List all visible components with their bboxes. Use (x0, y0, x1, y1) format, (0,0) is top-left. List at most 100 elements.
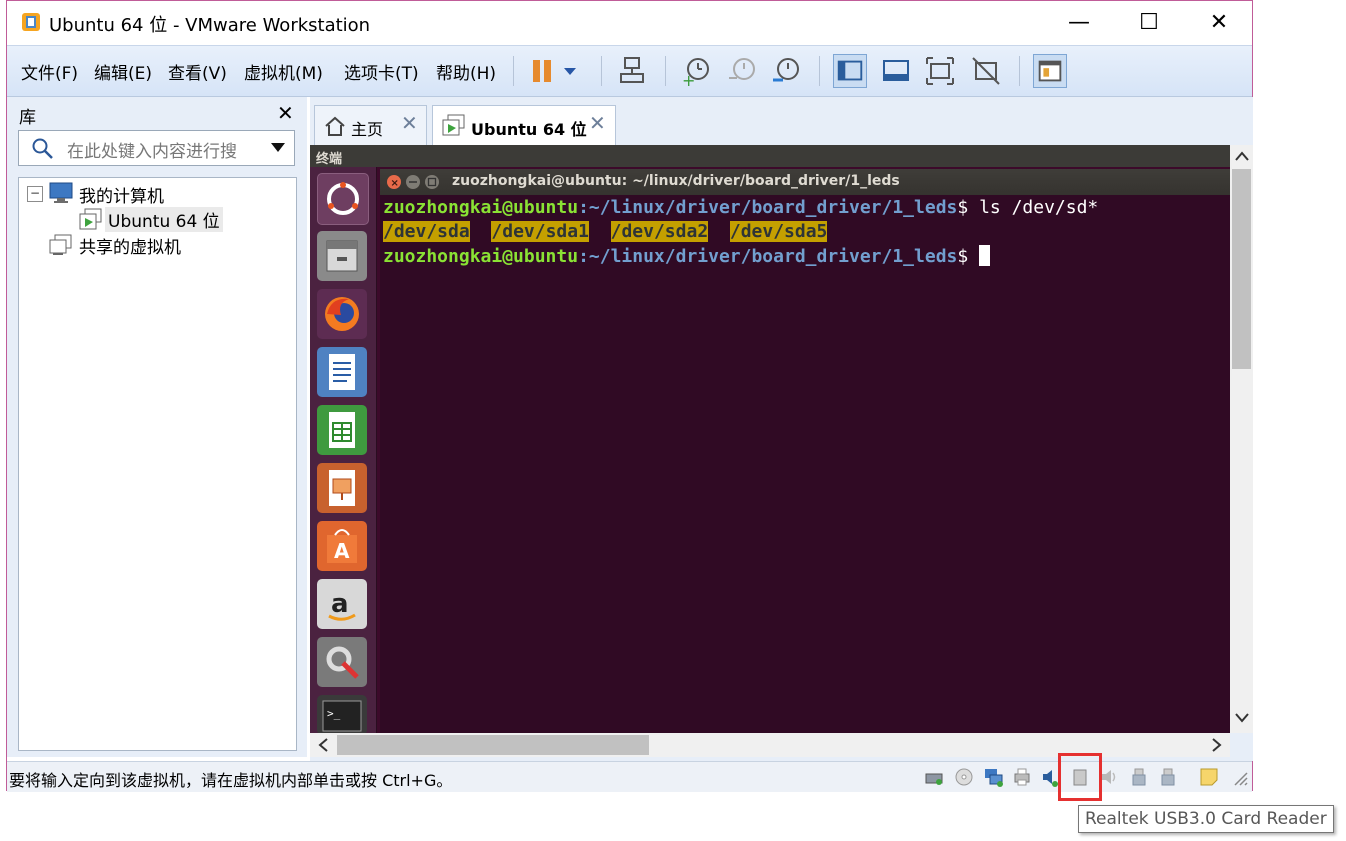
tab-ubuntu[interactable]: Ubuntu 64 位 ✕ (432, 105, 616, 145)
prompt-path: :~/linux/driver/board_driver/1_leds (578, 246, 958, 267)
thumbnail-bar-icon[interactable] (879, 54, 913, 88)
svg-text:a: a (331, 589, 349, 619)
prompt-path: :~/linux/driver/board_driver/1_leds (578, 197, 958, 218)
menu-edit[interactable]: 编辑(E) (94, 59, 152, 84)
writer-icon[interactable] (317, 347, 367, 397)
console-view-icon[interactable] (1033, 54, 1067, 88)
menu-tabs[interactable]: 选项卡(T) (344, 59, 419, 84)
scroll-left-icon[interactable] (318, 738, 328, 752)
library-panel: 库 ✕ 在此处键入内容进行搜 − 我的计算机 Ubuntu 64 位 共享的虚拟… (7, 97, 307, 757)
scroll-thumb[interactable] (1232, 169, 1251, 369)
scroll-right-icon[interactable] (1212, 738, 1222, 752)
computer-icon (49, 182, 73, 203)
pause-icon[interactable] (525, 54, 559, 88)
cd-dvd-icon[interactable] (954, 767, 974, 787)
toolbar-separator (601, 56, 602, 86)
ubuntu-top-bar-title: 终端 (316, 152, 343, 167)
system-settings-icon[interactable] (317, 637, 367, 687)
tab-home[interactable]: 主页 ✕ (314, 105, 427, 145)
menu-help[interactable]: 帮助(H) (436, 59, 496, 84)
home-icon (325, 116, 345, 136)
tab-ubuntu-label: Ubuntu 64 位 (471, 120, 587, 139)
svg-text:A: A (334, 539, 350, 563)
terminal-title: zuozhongkai@ubuntu: ~/linux/driver/board… (452, 173, 900, 189)
dash-icon[interactable] (317, 173, 369, 225)
snapshot-manager-icon[interactable] (769, 54, 803, 88)
collapse-toggle[interactable]: − (27, 186, 43, 202)
revert-snapshot-icon[interactable] (725, 54, 759, 88)
software-center-icon[interactable]: A (317, 521, 367, 571)
scroll-thumb[interactable] (337, 735, 649, 755)
tree-item-shared-vms[interactable]: 共享的虚拟机 (79, 233, 181, 258)
impress-icon[interactable] (317, 463, 367, 513)
vm-icon (442, 114, 465, 136)
menu-vm[interactable]: 虚拟机(M) (244, 59, 323, 84)
search-icon (32, 138, 53, 159)
unity-mode-icon[interactable] (969, 54, 1003, 88)
highlight-box (1058, 753, 1102, 801)
terminal-line: /dev/sda /dev/sda1 /dev/sda2 /dev/sda5 (383, 221, 828, 242)
window-buttons-icon[interactable]: × (386, 174, 444, 190)
command-text: ls /dev/sd* (979, 197, 1099, 218)
usb-device-icon[interactable] (1158, 767, 1178, 787)
firefox-icon[interactable] (317, 289, 367, 339)
notes-icon[interactable] (1199, 767, 1219, 787)
device-tooltip: Realtek USB3.0 Card Reader (1078, 805, 1334, 833)
menu-view[interactable]: 查看(V) (168, 59, 227, 84)
menu-toolbar: 文件(F) 编辑(E) 查看(V) 虚拟机(M) 选项卡(T) 帮助(H) + (7, 45, 1252, 97)
hard-disk-icon[interactable] (924, 767, 944, 787)
svg-text:+: + (682, 71, 695, 88)
terminal-titlebar: × zuozhongkai@ubuntu: ~/linux/driver/boa… (380, 169, 1230, 195)
prompt-user: zuozhongkai@ubuntu (383, 246, 579, 267)
toolbar-separator (665, 56, 666, 86)
tab-home-label: 主页 (351, 120, 384, 139)
scroll-up-icon[interactable] (1235, 151, 1249, 161)
vm-area: 主页 ✕ Ubuntu 64 位 ✕ 终端 A a >_ × zuozhongk… (310, 97, 1253, 761)
amazon-icon[interactable]: a (317, 579, 367, 629)
send-keys-icon[interactable] (615, 54, 649, 88)
status-message: 要将输入定向到该虚拟机，请在虚拟机内部单击或按 Ctrl+G。 (9, 771, 453, 790)
close-button[interactable]: ✕ (1197, 7, 1241, 39)
tab-home-close-button[interactable]: ✕ (401, 111, 418, 135)
sound-device-icon[interactable] (1099, 767, 1119, 787)
library-search-input[interactable]: 在此处键入内容进行搜 (18, 130, 295, 166)
vertical-scrollbar[interactable] (1230, 145, 1253, 733)
tree-item-my-computer[interactable]: 我的计算机 (79, 182, 164, 207)
title-bar: Ubuntu 64 位 - VMware Workstation — ☐ ✕ (7, 1, 1252, 45)
library-title: 库 (19, 108, 36, 128)
search-placeholder: 在此处键入内容进行搜 (67, 142, 237, 162)
resize-grip-icon[interactable] (1229, 767, 1249, 787)
ubuntu-top-bar: 终端 (310, 145, 1230, 167)
files-icon[interactable] (317, 231, 367, 281)
fullscreen-icon[interactable] (923, 54, 957, 88)
minimize-button[interactable]: — (1057, 7, 1101, 39)
printer-icon[interactable] (1012, 767, 1032, 787)
sound-card-icon[interactable] (1040, 767, 1060, 787)
output-item: /dev/sda (383, 221, 470, 242)
vm-screen[interactable]: 终端 A a >_ × zuozhongkai@ubuntu: ~/linux/… (310, 145, 1230, 733)
chevron-down-icon[interactable] (559, 54, 581, 88)
output-item: /dev/sda2 (610, 221, 709, 242)
usb-device-icon[interactable] (1129, 767, 1149, 787)
show-library-icon[interactable] (833, 54, 867, 88)
chevron-down-icon[interactable] (271, 143, 285, 153)
menu-file[interactable]: 文件(F) (21, 59, 78, 84)
network-adapter-icon[interactable] (983, 767, 1003, 787)
terminal-line: zuozhongkai@ubuntu:~/linux/driver/board_… (383, 245, 991, 267)
toolbar-separator (819, 56, 820, 86)
prompt-user: zuozhongkai@ubuntu (383, 197, 579, 218)
calc-icon[interactable] (317, 405, 367, 455)
scroll-down-icon[interactable] (1235, 713, 1249, 723)
tab-ubuntu-close-button[interactable]: ✕ (589, 111, 606, 135)
terminal-icon[interactable]: >_ (317, 695, 367, 733)
vm-icon (79, 208, 102, 230)
terminal-output[interactable]: zuozhongkai@ubuntu:~/linux/driver/board_… (380, 195, 1230, 733)
terminal-line: zuozhongkai@ubuntu:~/linux/driver/board_… (383, 197, 1098, 218)
library-close-button[interactable]: ✕ (277, 101, 294, 125)
snapshot-icon[interactable]: + (679, 54, 713, 88)
tree-item-ubuntu-vm[interactable]: Ubuntu 64 位 (105, 207, 223, 232)
svg-text:>_: >_ (327, 707, 341, 720)
shared-vm-icon (49, 234, 72, 255)
maximize-button[interactable]: ☐ (1127, 7, 1171, 39)
output-item: /dev/sda1 (491, 221, 589, 242)
